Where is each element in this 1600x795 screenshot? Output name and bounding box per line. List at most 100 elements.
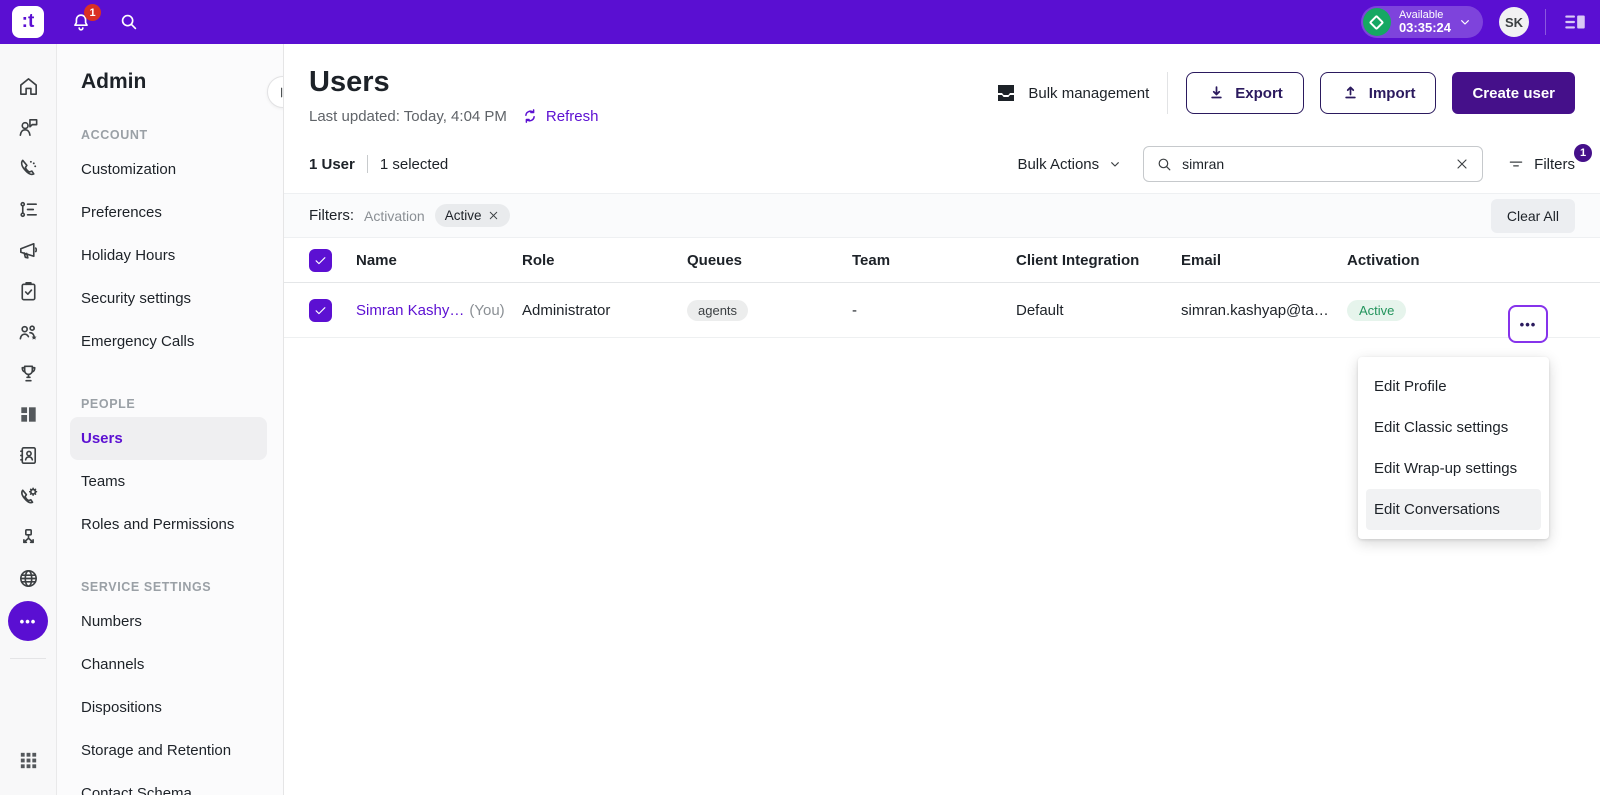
column-header-client-integration[interactable]: Client Integration (1016, 252, 1181, 269)
conversations-icon[interactable] (8, 107, 48, 148)
column-header-queues[interactable]: Queues (687, 252, 852, 269)
download-icon (1211, 85, 1222, 98)
sidebar-item-users[interactable]: Users (70, 417, 267, 460)
workforce-icon[interactable] (8, 312, 48, 353)
chevron-down-icon (1111, 162, 1120, 167)
filter-category-label: Activation (364, 207, 425, 224)
sidebar-item-dispositions[interactable]: Dispositions (57, 686, 283, 729)
column-header-activation[interactable]: Activation (1347, 252, 1457, 269)
notification-badge: 1 (84, 4, 101, 21)
performance-icon[interactable] (8, 353, 48, 394)
notifications-button[interactable]: 1 (70, 4, 101, 33)
sidebar-item-storage-retention[interactable]: Storage and Retention (57, 729, 283, 772)
menu-item-edit-profile[interactable]: Edit Profile (1358, 366, 1549, 407)
sidebar-item-emergency-calls[interactable]: Emergency Calls (57, 320, 283, 363)
sidebar-item-numbers[interactable]: Numbers (57, 600, 283, 643)
bulk-actions-dropdown[interactable]: Bulk Actions (1017, 156, 1123, 173)
active-filters-bar: Filters: Activation Active Clear All (284, 193, 1600, 238)
dashboards-icon[interactable] (8, 394, 48, 435)
table-row[interactable]: Simran Kashy… (You) Administrator agents… (284, 283, 1600, 338)
campaigns-icon[interactable] (8, 230, 48, 271)
queue-chip: agents (687, 299, 749, 321)
column-header-team[interactable]: Team (852, 252, 1016, 269)
activity-icon[interactable] (8, 189, 48, 230)
status-timer: 03:35:24 (1398, 19, 1451, 35)
last-updated-text: Last updated: Today, 4:04 PM (309, 107, 507, 125)
search-icon (1158, 158, 1171, 170)
filters-count-badge: 1 (1574, 144, 1592, 162)
voice-icon[interactable] (8, 148, 48, 189)
clear-search-icon[interactable] (1454, 156, 1470, 172)
filter-icon (1509, 161, 1523, 167)
sidebar-item-security-settings[interactable]: Security settings (57, 277, 283, 320)
section-label-account: ACCOUNT (81, 128, 148, 142)
user-name-link[interactable]: Simran Kashy… (356, 302, 464, 319)
contacts-icon[interactable] (8, 435, 48, 476)
menu-item-edit-conversations[interactable]: Edit Conversations (1366, 489, 1541, 530)
agent-status-pill[interactable]: Available 03:35:24 (1360, 6, 1483, 38)
sidebar-item-roles-permissions[interactable]: Roles and Permissions (57, 503, 283, 546)
refresh-button[interactable]: Refresh (521, 107, 598, 125)
column-header-email[interactable]: Email (1181, 252, 1347, 269)
user-avatar[interactable]: SK (1499, 7, 1529, 37)
cell-role: Administrator (522, 301, 611, 319)
cell-client-integration: Default (1016, 301, 1064, 319)
sidebar-item-customization[interactable]: Customization (57, 148, 283, 191)
app-icon-rail: ••• (0, 44, 57, 795)
sidebar-item-preferences[interactable]: Preferences (57, 191, 283, 234)
user-count: 1 User (309, 155, 355, 173)
section-label-service-settings: SERVICE SETTINGS (81, 580, 212, 594)
section-label-people: PEOPLE (81, 397, 136, 411)
network-icon[interactable] (8, 558, 48, 599)
row-checkbox[interactable] (309, 298, 332, 322)
import-button[interactable]: Import (1319, 72, 1437, 114)
filters-bar-label: Filters: (309, 207, 354, 224)
user-search-box[interactable] (1143, 146, 1484, 182)
search-input[interactable] (1182, 156, 1455, 172)
create-user-button[interactable]: Create user (1452, 72, 1575, 114)
sidebar-item-teams[interactable]: Teams (57, 460, 283, 503)
select-all-checkbox[interactable] (309, 248, 332, 272)
sidebar-title: Admin (81, 70, 147, 93)
header-divider (1167, 72, 1169, 114)
refresh-icon (525, 109, 535, 123)
status-available-icon (1362, 8, 1391, 36)
menu-item-edit-wrapup-settings[interactable]: Edit Wrap-up settings (1358, 448, 1549, 489)
app-launcher-icon[interactable] (8, 740, 48, 781)
search-icon (118, 11, 140, 33)
row-actions-button[interactable]: ••• (1508, 305, 1548, 343)
sidebar-item-holiday-hours[interactable]: Holiday Hours (57, 234, 283, 277)
table-header-row: Name Role Queues Team Client Integration… (284, 238, 1600, 283)
more-apps-button[interactable]: ••• (8, 601, 48, 641)
bulk-management-icon (998, 85, 1015, 101)
talkdesk-logo[interactable]: :t (12, 6, 44, 38)
routing-icon[interactable] (8, 517, 48, 558)
filters-toggle[interactable]: Filters 1 (1507, 144, 1592, 173)
export-button[interactable]: Export (1186, 72, 1304, 114)
quality-icon[interactable] (8, 271, 48, 312)
upload-icon (1345, 86, 1356, 98)
column-header-name[interactable]: Name (356, 252, 522, 269)
row-actions-menu: Edit Profile Edit Classic settings Edit … (1358, 357, 1549, 539)
cell-team: - (852, 301, 857, 319)
you-label: (You) (469, 301, 505, 319)
filter-chip-active[interactable]: Active (434, 204, 511, 227)
rail-divider (10, 658, 46, 659)
topbar-divider (1545, 9, 1546, 35)
menu-item-edit-classic-settings[interactable]: Edit Classic settings (1358, 407, 1549, 448)
chevron-down-icon (1457, 14, 1473, 30)
column-header-role[interactable]: Role (522, 252, 687, 269)
sidebar-item-contact-schema[interactable]: Contact Schema (57, 772, 283, 795)
activation-badge: Active (1347, 299, 1407, 321)
clear-all-button[interactable]: Clear All (1490, 198, 1575, 233)
bulk-management-button[interactable]: Bulk management (994, 81, 1149, 105)
global-search-button[interactable] (118, 11, 140, 33)
home-icon[interactable] (8, 66, 48, 107)
top-app-bar: :t 1 Available 03:35:24 SK (0, 0, 1600, 44)
panel-toggle-icon[interactable] (1562, 9, 1588, 35)
remove-filter-icon (490, 211, 498, 220)
sidebar-item-channels[interactable]: Channels (57, 643, 283, 686)
admin-sidebar: Admin ACCOUNT Customization Preferences … (57, 44, 284, 795)
selected-count: 1 selected (379, 155, 449, 173)
phone-settings-icon[interactable] (8, 476, 48, 517)
